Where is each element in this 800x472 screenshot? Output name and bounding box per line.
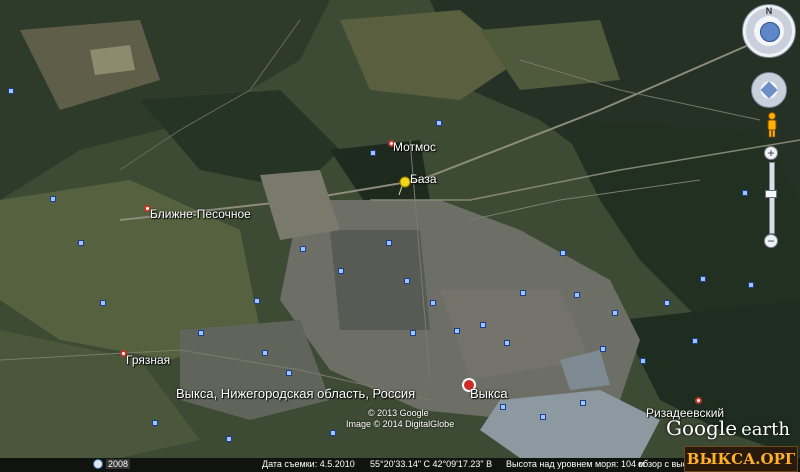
north-indicator: N [765,6,773,16]
poi-marker-icon[interactable] [152,420,158,426]
zoom-out-button[interactable]: − [764,234,778,248]
hand-icon [760,81,778,99]
poi-marker-icon[interactable] [500,404,506,410]
poi-marker-icon[interactable] [600,346,606,352]
zoom-in-button[interactable]: + [764,146,778,160]
coordinates-readout: 55°20'33.14" С 42°09'17.23" В [370,459,493,469]
poi-marker-icon[interactable] [540,414,546,420]
poi-marker-icon[interactable] [404,278,410,284]
look-eye-icon[interactable] [760,22,780,42]
elevation-readout: Высота над уровнем моря: 104 м [506,459,645,469]
poi-marker-icon[interactable] [574,292,580,298]
satellite-map[interactable]: Мотмос База Ближне-Песочное Грязная Выкс… [0,0,800,472]
poi-marker-icon[interactable] [480,322,486,328]
pegman-icon[interactable] [766,112,778,138]
poi-marker-icon[interactable] [640,358,646,364]
poi-marker-icon[interactable] [300,246,306,252]
poi-marker-icon[interactable] [410,330,416,336]
place-label-vyksa[interactable]: Выкса [470,386,508,401]
historical-imagery-control[interactable]: 2008 [93,459,131,469]
poi-marker-icon[interactable] [454,328,460,334]
pan-icon[interactable] [751,72,787,108]
poi-marker-icon[interactable] [198,330,204,336]
poi-marker-icon[interactable] [520,290,526,296]
satellite-imagery [0,0,800,472]
pegman-shape [767,112,777,138]
poi-marker-icon[interactable] [560,250,566,256]
poi-marker-icon[interactable] [254,298,260,304]
poi-marker-icon[interactable] [692,338,698,344]
navigation-controls: N [742,4,796,108]
place-label-baza[interactable]: База [410,172,437,186]
place-label-vyksa-full[interactable]: Выкса, Нижегородская область, Россия [176,386,415,401]
compass-icon[interactable]: N [742,4,796,58]
poi-marker-icon[interactable] [504,340,510,346]
poi-marker-icon[interactable] [286,370,292,376]
poi-marker-icon[interactable] [330,430,336,436]
poi-marker-icon[interactable] [436,120,442,126]
clock-icon[interactable] [93,459,103,469]
poi-marker-icon[interactable] [580,400,586,406]
poi-marker-icon[interactable] [78,240,84,246]
earth-wordmark: earth [741,419,790,440]
place-pin[interactable] [695,397,702,404]
place-label-gryaznaya[interactable]: Грязная [126,353,170,367]
google-wordmark: Google [666,416,738,440]
imagery-credit-text: Image © 2014 DigitalGlobe [346,419,455,429]
poi-marker-icon[interactable] [50,196,56,202]
imagery-date: Дата съемки: 4.5.2010 [262,459,355,469]
poi-marker-icon[interactable] [742,190,748,196]
poi-marker-icon[interactable] [430,300,436,306]
poi-marker-icon[interactable] [700,276,706,282]
poi-marker-icon[interactable] [262,350,268,356]
place-label-motmos[interactable]: Мотмос [393,140,436,154]
poi-marker-icon[interactable] [612,310,618,316]
poi-marker-icon[interactable] [338,268,344,274]
zoom-track[interactable] [769,162,775,234]
poi-marker-icon[interactable] [8,88,14,94]
zoom-slider-icon[interactable]: + − [764,146,778,250]
site-watermark: ВЫКСА.ОРГ [684,446,798,472]
zoom-knob[interactable] [765,190,777,198]
poi-marker-icon[interactable] [370,150,376,156]
poi-marker-icon[interactable] [664,300,670,306]
place-label-blizhne-pesochnoe[interactable]: Ближне-Песочное [150,207,251,221]
historical-year: 2008 [106,459,131,469]
poi-marker-icon[interactable] [100,300,106,306]
google-earth-logo: Google earth [666,416,790,440]
poi-marker-icon[interactable] [226,436,232,442]
copyright-text: © 2013 Google [368,408,429,418]
poi-marker-icon[interactable] [748,282,754,288]
poi-marker-icon[interactable] [386,240,392,246]
